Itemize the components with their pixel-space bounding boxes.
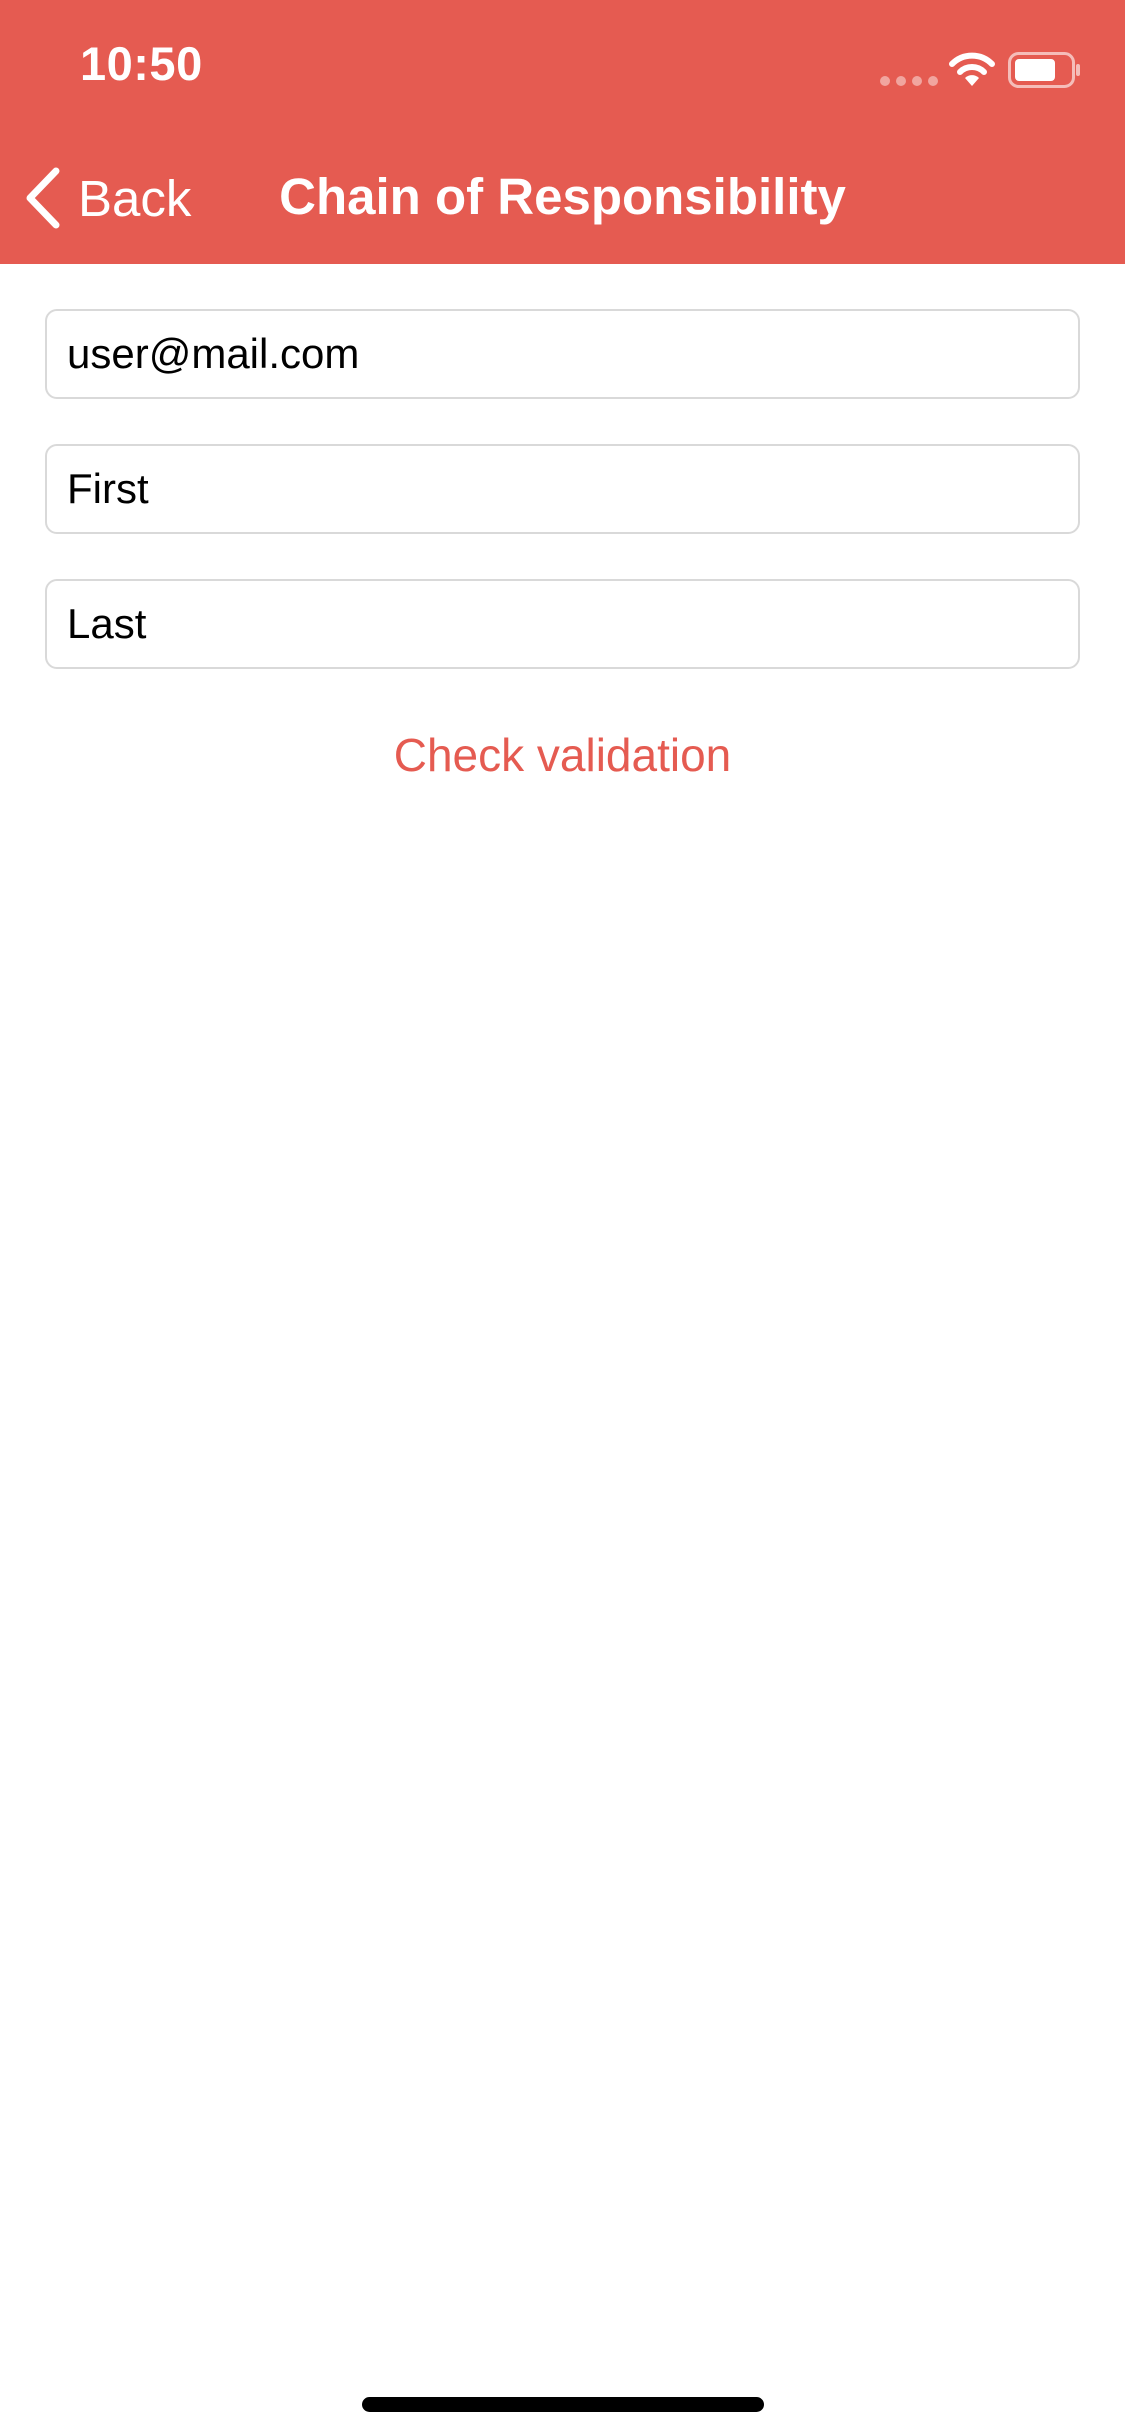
signal-icon: [880, 76, 938, 86]
chevron-left-icon: [26, 167, 60, 229]
check-validation-button[interactable]: Check validation: [0, 728, 1125, 783]
email-field[interactable]: [45, 309, 1080, 399]
first-name-field[interactable]: [45, 444, 1080, 534]
page-title: Chain of Responsibility: [279, 168, 846, 225]
last-name-field[interactable]: [45, 579, 1080, 669]
validation-form: [45, 309, 1080, 714]
battery-icon: [1008, 52, 1080, 88]
home-indicator: [362, 2397, 764, 2412]
back-button[interactable]: Back: [22, 162, 191, 234]
back-label: Back: [78, 169, 192, 227]
wifi-icon: [949, 52, 995, 86]
navigation-header: 10:50 Back Chain of Responsibility: [0, 0, 1125, 264]
status-time: 10:50: [80, 37, 203, 90]
